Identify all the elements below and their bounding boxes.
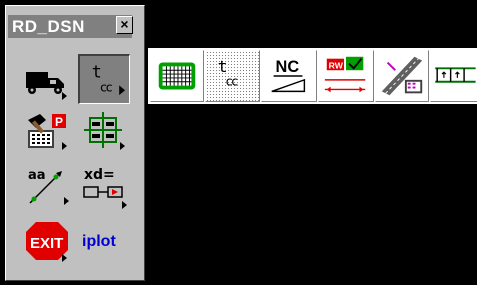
green-grid-icon [158,62,196,90]
grid-frame-icon [84,112,125,150]
exit-tool-button[interactable]: EXIT [22,218,72,264]
green-grid-button[interactable] [150,50,204,102]
rw-label: RW [329,60,344,70]
nc-slope-icon: NC [271,58,306,93]
road-diagonal-icon [381,56,423,96]
iplot-tool-button[interactable]: iplot [78,218,134,264]
rw-check-button[interactable]: RW [318,50,374,102]
exit-label: EXIT [30,235,63,252]
nc-slope-button[interactable]: NC [261,50,317,102]
nc-label: NC [276,58,300,76]
palette-close-button[interactable]: × [116,16,133,34]
aa-label: aa [28,168,46,183]
palette-title-bar[interactable]: RD_DSN [8,15,132,38]
grid-frame-tool-button[interactable] [80,108,130,154]
tcc-dotted-icon: t cc [218,57,240,89]
svg-text:P: P [55,115,63,129]
xd-equals-icon: xd= [83,167,127,209]
close-icon: × [120,16,129,32]
tcc-sub-label: cc [100,79,113,94]
xd-label: xd= [84,167,115,183]
palette-title: RD_DSN [12,17,85,36]
road-diagonal-button[interactable] [375,50,429,102]
xd-equals-tool-button[interactable]: xd= [80,163,130,209]
hammer-calculator-tool-button[interactable]: P [22,108,72,154]
tcc-dotted-sub-label: cc [225,74,238,89]
aa-line-icon: aa [28,168,69,205]
bridge-section-button[interactable] [430,50,477,102]
truck-tool-button[interactable] [22,60,72,106]
tcc-icon: t cc [92,63,126,96]
rw-check-icon: RW [324,56,366,93]
hammer-calculator-icon: P [28,114,67,150]
iplot-label: iplot [82,233,116,250]
tcc-tool-button[interactable]: t cc [78,54,130,104]
tcc-dotted-button[interactable]: t cc [205,50,260,102]
aa-line-tool-button[interactable]: aa [22,163,72,209]
truck-icon [26,72,67,100]
iplot-icon: iplot [82,233,116,250]
bridge-section-icon [435,67,476,83]
exit-sign-icon: EXIT [26,222,68,262]
